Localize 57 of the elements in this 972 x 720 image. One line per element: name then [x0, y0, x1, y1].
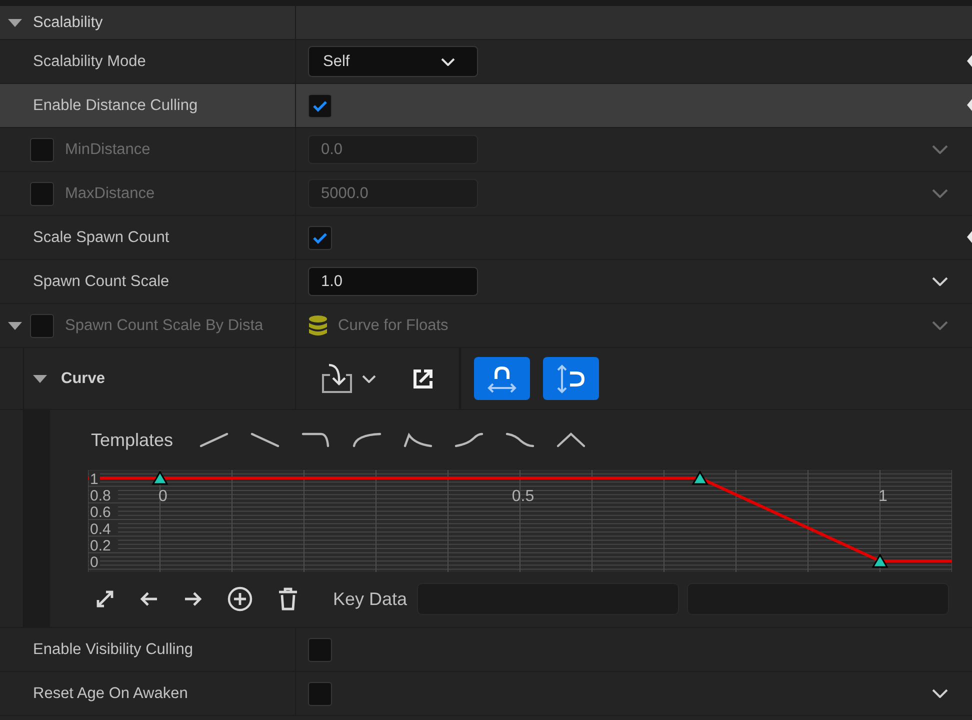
coins-icon [308, 314, 328, 336]
property-label: Enable Visibility Culling [33, 640, 193, 658]
export-icon[interactable] [413, 368, 433, 388]
property-label: Spawn Count Scale [33, 272, 170, 290]
curve-template-icon[interactable] [556, 432, 586, 448]
curve-template-icon[interactable] [505, 432, 536, 448]
magnet-icon [556, 364, 586, 394]
magnet-icon [487, 364, 517, 392]
snap-toggle[interactable] [543, 357, 599, 400]
property-label: MaxDistance [65, 184, 155, 202]
key-point[interactable] [692, 470, 708, 485]
number-field[interactable]: 1.0 [308, 267, 478, 296]
expand-arrow-icon[interactable] [33, 374, 47, 384]
curve-template-icon[interactable] [250, 432, 280, 448]
x-axis-label: 1 [878, 488, 888, 505]
property-label: Spawn Count Scale By Dista [65, 316, 264, 334]
y-tick-label: 0.8 [90, 488, 111, 505]
templates-label: Templates [91, 430, 174, 450]
reset-icon[interactable] [967, 231, 972, 243]
caret-icon[interactable] [362, 374, 376, 382]
property-label: MinDistance [65, 140, 150, 158]
snap-toggle[interactable] [474, 357, 530, 400]
y-tick-label: 0.6 [90, 504, 111, 522]
property-label: Scalability Mode [33, 52, 146, 70]
asset-name: Curve for Floats [338, 316, 448, 334]
y-tick-label: 0.2 [90, 537, 111, 554]
property-label: Scale Spawn Count [33, 228, 170, 246]
curve-title: Curve [61, 370, 105, 388]
checkbox[interactable] [308, 638, 332, 662]
add-icon[interactable] [227, 586, 253, 612]
x-axis-label: 0.5 [512, 488, 534, 505]
checkbox[interactable] [308, 682, 332, 706]
import-icon[interactable] [320, 362, 354, 394]
checkbox[interactable] [308, 226, 332, 250]
key-data-label: Key Data [333, 588, 408, 610]
trash-icon[interactable] [277, 587, 299, 611]
chevron-down-icon [441, 58, 455, 66]
reset-icon[interactable] [967, 99, 972, 111]
check-icon [312, 232, 328, 244]
dropdown[interactable]: Self [308, 46, 478, 77]
section-title: Scalability [33, 14, 103, 32]
curve-template-icon[interactable] [301, 432, 332, 448]
property-label: Enable Distance Culling [33, 96, 198, 114]
key-point[interactable] [872, 554, 888, 568]
reset-icon[interactable] [967, 55, 972, 67]
property-label: Reset Age On Awaken [33, 684, 188, 702]
check-icon [312, 100, 328, 112]
y-tick-label: 0.4 [90, 520, 111, 538]
key-point[interactable] [152, 470, 168, 485]
curve-template-icon[interactable] [352, 432, 382, 448]
curve-template-icon[interactable] [403, 432, 434, 448]
x-axis-label: 0 [158, 488, 168, 505]
checkbox[interactable] [308, 94, 332, 118]
curve-template-icon[interactable] [199, 432, 230, 448]
fit-icon[interactable] [95, 589, 115, 609]
expand-arrow-icon[interactable] [8, 18, 22, 28]
curve-template-icon[interactable] [454, 432, 484, 448]
